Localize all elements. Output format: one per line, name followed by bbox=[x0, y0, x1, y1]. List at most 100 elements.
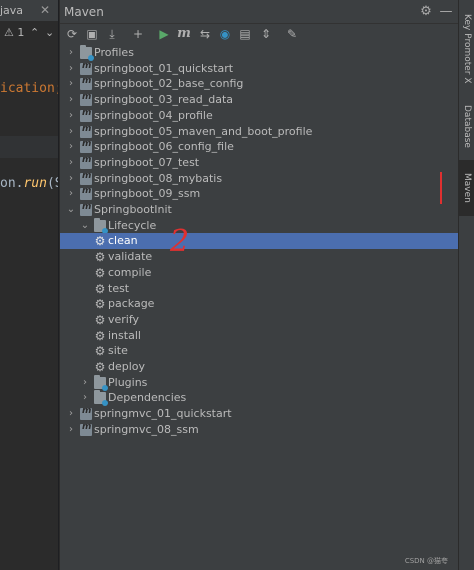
tree-item-label: compile bbox=[108, 265, 152, 279]
tree-row[interactable]: ⚙ package bbox=[60, 296, 458, 312]
gear-icon: ⚙ bbox=[94, 328, 106, 343]
tree-row[interactable]: ⌄ Lifecycle bbox=[60, 217, 458, 234]
show-dependencies-icon[interactable]: ▤ bbox=[237, 26, 253, 42]
chevron-right-icon[interactable]: › bbox=[66, 61, 76, 77]
tree-item-label: springboot_04_profile bbox=[94, 108, 213, 122]
tree-row[interactable]: › springboot_06_config_file bbox=[60, 139, 458, 155]
chevron-right-icon[interactable]: › bbox=[66, 155, 76, 171]
download-icon[interactable]: ⤓ bbox=[104, 26, 120, 42]
annotation-mark bbox=[440, 172, 442, 204]
tree-item-label: springboot_09_ssm bbox=[94, 187, 201, 201]
run-icon[interactable]: ▶ bbox=[156, 26, 172, 42]
execute-goal-icon[interactable]: m bbox=[176, 26, 192, 42]
tree-row[interactable]: › Dependencies bbox=[60, 390, 458, 407]
tree-row[interactable]: › springboot_03_read_data bbox=[60, 92, 458, 108]
tree-row[interactable]: › springboot_04_profile bbox=[60, 108, 458, 124]
chevron-right-icon[interactable]: › bbox=[80, 390, 90, 406]
tree-row[interactable]: ⚙ site bbox=[60, 343, 458, 359]
chevron-right-icon[interactable]: › bbox=[66, 186, 76, 202]
settings-wrench-icon[interactable]: ✎ bbox=[284, 26, 300, 42]
tree-row[interactable]: › springmvc_01_quickstart bbox=[60, 406, 458, 422]
maven-project-icon bbox=[80, 61, 92, 75]
tree-row[interactable]: › springboot_01_quickstart bbox=[60, 61, 458, 77]
tree-row[interactable]: ⚙ deploy bbox=[60, 359, 458, 375]
minimize-icon[interactable]: — bbox=[438, 4, 454, 19]
tree-item-label: springmvc_08_ssm bbox=[94, 422, 199, 436]
right-tool-strip: Key Promoter X Database Maven bbox=[458, 0, 474, 570]
ide-window: java ✕ ⚠ 1 ⌃ ⌄ ication; on.run(Sp Maven … bbox=[0, 0, 474, 570]
chevron-right-icon[interactable]: › bbox=[66, 422, 76, 438]
maven-toolbar: ⟳ ▣ ⤓ + ▶ m ⇆ ◉ ▤ ⇕ ✎ bbox=[60, 24, 458, 44]
chevron-right-icon[interactable]: › bbox=[66, 45, 76, 61]
tree-row[interactable]: ⚙ compile bbox=[60, 265, 458, 281]
maven-project-icon bbox=[80, 108, 92, 122]
reload-icon[interactable]: ⟳ bbox=[64, 26, 80, 42]
tree-row[interactable]: ⚙ test bbox=[60, 281, 458, 297]
tree-row[interactable]: › springboot_05_maven_and_boot_profile bbox=[60, 124, 458, 140]
toggle-offline-icon[interactable]: ⇆ bbox=[197, 26, 213, 42]
tree-row[interactable]: › springboot_09_ssm bbox=[60, 186, 458, 202]
chevron-right-icon[interactable]: › bbox=[66, 124, 76, 140]
code-method: run bbox=[23, 176, 47, 191]
skip-tests-icon[interactable]: ◉ bbox=[217, 26, 233, 42]
warning-count[interactable]: ⚠ 1 bbox=[4, 26, 24, 39]
gear-icon: ⚙ bbox=[94, 360, 106, 374]
chevron-right-icon[interactable]: › bbox=[80, 375, 90, 391]
tree-row[interactable]: ⚙ install bbox=[60, 328, 458, 344]
tree-item-label: SpringbootInit bbox=[94, 203, 172, 216]
add-maven-project-icon[interactable]: ▣ bbox=[84, 26, 100, 42]
maven-project-icon bbox=[80, 422, 92, 436]
chevron-down-icon[interactable]: ⌄ bbox=[66, 202, 76, 218]
chevron-right-icon[interactable]: › bbox=[66, 139, 76, 155]
tree-row[interactable]: ⚙ validate bbox=[60, 249, 458, 265]
tool-tab-database[interactable]: Database bbox=[459, 98, 474, 154]
collapse-all-icon[interactable]: ⇕ bbox=[258, 26, 274, 42]
tree-row[interactable]: › springboot_07_test bbox=[60, 155, 458, 171]
gear-icon[interactable]: ⚙ bbox=[418, 4, 434, 19]
chevron-up-icon[interactable]: ⌃ bbox=[30, 26, 39, 39]
folder-icon bbox=[80, 45, 94, 61]
code-line: ication; bbox=[0, 81, 59, 96]
tool-tab-key-promoter[interactable]: Key Promoter X bbox=[459, 6, 474, 92]
tree-row[interactable]: ⚙ verify bbox=[60, 312, 458, 328]
editor-tab[interactable]: java bbox=[0, 4, 23, 17]
tree-row[interactable]: › springboot_02_base_config bbox=[60, 76, 458, 92]
gear-icon: ⚙ bbox=[94, 297, 106, 312]
tree-item-label: validate bbox=[108, 250, 153, 264]
gear-icon: ⚙ bbox=[94, 344, 106, 359]
chevron-down-icon[interactable]: ⌄ bbox=[80, 218, 90, 234]
gear-icon: ⚙ bbox=[94, 281, 106, 296]
maven-project-icon bbox=[80, 406, 92, 421]
tree-item-label: springboot_08_mybatis bbox=[94, 171, 223, 185]
folder-icon bbox=[94, 374, 108, 391]
tree-row[interactable]: › Plugins bbox=[60, 374, 458, 391]
chevron-right-icon[interactable]: › bbox=[66, 92, 76, 108]
maven-project-icon bbox=[80, 186, 92, 201]
editor-separator bbox=[0, 136, 58, 158]
tree-item-label: springboot_01_quickstart bbox=[94, 61, 234, 75]
chevron-right-icon[interactable]: › bbox=[66, 108, 76, 124]
chevron-right-icon[interactable]: › bbox=[66, 76, 76, 92]
tree-item-label: Dependencies bbox=[108, 391, 187, 405]
chevron-right-icon[interactable]: › bbox=[66, 406, 76, 422]
watermark: CSDN @猫夸 bbox=[404, 557, 448, 565]
chevron-right-icon[interactable]: › bbox=[66, 171, 76, 187]
add-icon[interactable]: + bbox=[130, 26, 146, 42]
tree-row[interactable]: › springmvc_08_ssm bbox=[60, 422, 458, 438]
tree-row[interactable]: › Profiles bbox=[60, 45, 458, 61]
tool-tab-maven[interactable]: Maven bbox=[459, 160, 474, 216]
tree-item-label: site bbox=[108, 344, 128, 358]
tree-item-label: test bbox=[108, 281, 130, 295]
tree-row[interactable]: ⚙ clean bbox=[60, 233, 458, 250]
editor-area[interactable]: java ✕ ⚠ 1 ⌃ ⌄ ication; on.run(Sp bbox=[0, 0, 59, 570]
tree-row[interactable]: › springboot_08_mybatis bbox=[60, 171, 458, 187]
close-icon[interactable]: ✕ bbox=[40, 3, 50, 17]
tree-item-label: springboot_05_maven_and_boot_profile bbox=[94, 124, 313, 138]
panel-header: Maven ⚙ — bbox=[60, 0, 458, 24]
gear-icon: ⚙ bbox=[94, 265, 106, 280]
tool-tab-label: Database bbox=[462, 104, 472, 148]
tree-item-label: springboot_02_base_config bbox=[94, 77, 244, 91]
chevron-down-icon[interactable]: ⌄ bbox=[45, 26, 54, 39]
tree-item-label: Plugins bbox=[108, 375, 148, 389]
tree-row[interactable]: ⌄ SpringbootInit bbox=[60, 202, 458, 218]
